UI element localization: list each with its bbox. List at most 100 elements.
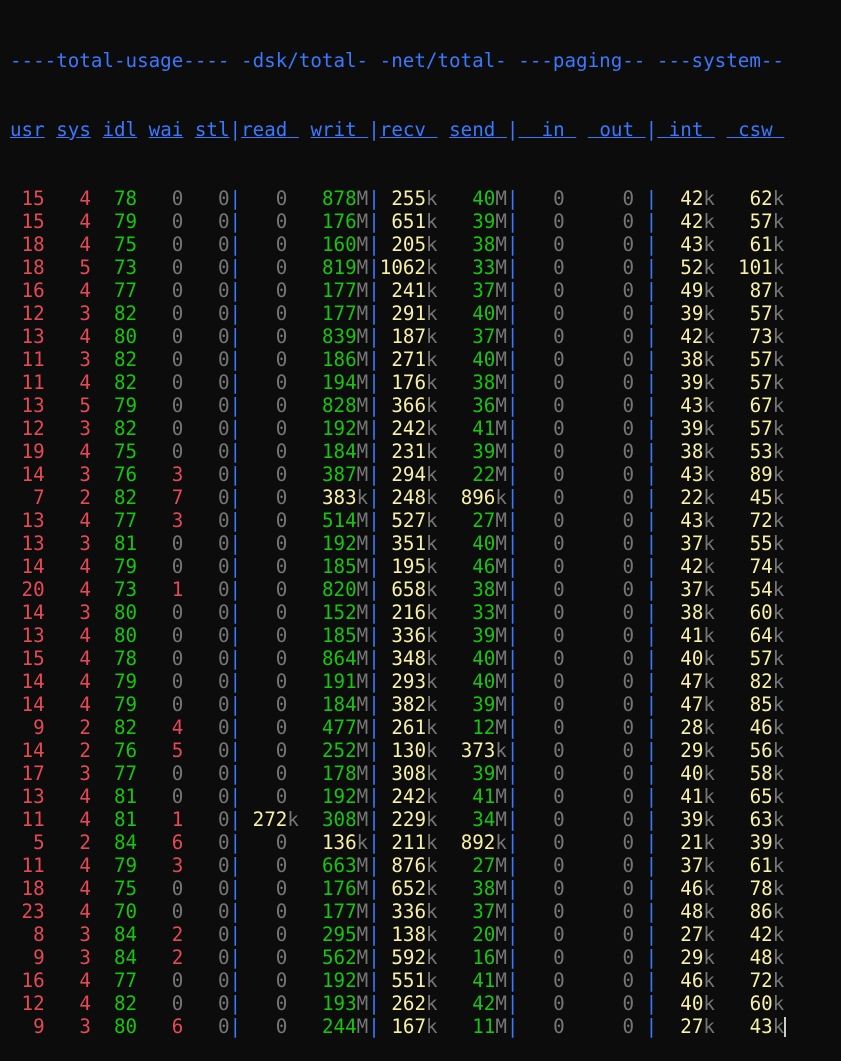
cell-out: 0 <box>588 279 646 302</box>
cell-csw: 39k <box>727 831 785 854</box>
cell-unit: M <box>356 509 369 532</box>
cell-idl: 81 <box>102 808 138 831</box>
cell-send: 40M <box>449 670 507 693</box>
group-separator: | <box>645 601 658 624</box>
cell-in: 0 <box>518 371 576 394</box>
stats-row: 20 4 73 1 0| 0 820M| 658k 38M| 0 0 | 37k… <box>10 578 841 601</box>
cell-stl: 0 <box>194 578 230 601</box>
group-separator: | <box>229 118 242 141</box>
cell-unit: k <box>287 808 299 831</box>
cell-value: 48 <box>749 946 773 969</box>
column-gap <box>137 762 149 785</box>
group-separator: | <box>645 325 658 348</box>
group-separator: | <box>645 624 658 647</box>
cell-idl: 81 <box>102 785 138 808</box>
cell-value: 38 <box>472 578 496 601</box>
cell-value: 0 <box>622 716 635 739</box>
cell-idl: 75 <box>102 877 138 900</box>
cell-in: 0 <box>518 463 576 486</box>
cell-unit: M <box>495 440 507 463</box>
cell-writ: 252M <box>310 739 368 762</box>
cell-value: 43 <box>680 463 704 486</box>
cell-unit: k <box>772 555 785 578</box>
cell-out: 0 <box>588 463 646 486</box>
cell-send: 39M <box>449 210 507 233</box>
column-gap <box>299 877 311 900</box>
cell-value: 38 <box>680 348 704 371</box>
column-gap <box>299 601 311 624</box>
cell-read: 0 <box>241 946 299 969</box>
cell-unit: k <box>703 624 715 647</box>
cell-usr: 12 <box>10 417 45 440</box>
column-gap <box>438 371 450 394</box>
column-gap <box>715 578 727 601</box>
cell-unit: k <box>426 187 438 210</box>
stats-row: 14 4 79 0 0| 0 184M| 382k 39M| 0 0 | 47k… <box>10 693 841 716</box>
cell-value: 57 <box>749 302 773 325</box>
column-gap <box>576 279 588 302</box>
cell-unit: M <box>495 532 507 555</box>
column-gap <box>576 854 588 877</box>
cell-send: 27M <box>449 509 507 532</box>
group-separator: | <box>229 509 242 532</box>
cell-stl: 0 <box>194 923 230 946</box>
cell-writ: 177M <box>310 302 368 325</box>
cell-wai: 0 <box>148 302 184 325</box>
cell-value: 152 <box>322 601 357 624</box>
cell-unit: k <box>772 486 785 509</box>
column-gap <box>137 440 149 463</box>
cell-idl: 82 <box>102 716 138 739</box>
terminal-window[interactable]: ----total-usage---- -dsk/total- -net/tot… <box>0 0 841 1061</box>
cell-read: 0 <box>241 532 299 555</box>
stats-row: 18 5 73 0 0| 0 819M|1062k 33M| 0 0 | 52k… <box>10 256 841 279</box>
cell-value: 38 <box>472 877 496 900</box>
cell-sys: 4 <box>56 670 91 693</box>
column-gap <box>438 647 450 670</box>
group-separator: | <box>645 279 658 302</box>
cell-int: 43k <box>657 394 715 417</box>
cell-value: 65 <box>749 785 773 808</box>
cell-unit: M <box>356 624 369 647</box>
cell-in: 0 <box>518 900 576 923</box>
cell-unit: M <box>356 900 369 923</box>
cell-send: 12M <box>449 716 507 739</box>
cell-value: 101 <box>738 256 773 279</box>
cell-wai: 0 <box>148 601 184 624</box>
cell-value: 40 <box>472 670 496 693</box>
group-separator: | <box>506 233 519 256</box>
cell-out: 0 <box>588 325 646 348</box>
cell-value: 56 <box>749 739 773 762</box>
cell-recv: 176k <box>380 371 437 394</box>
column-gap <box>137 463 149 486</box>
column-gap <box>438 302 450 325</box>
cell-value: 22 <box>680 486 704 509</box>
group-separator: | <box>229 831 242 854</box>
cell-value: 0 <box>622 440 635 463</box>
column-gap <box>299 486 311 509</box>
column-gap <box>91 532 103 555</box>
cell-unit: M <box>495 946 507 969</box>
cell-value: 231 <box>391 440 426 463</box>
cell-csw: 72k <box>727 509 785 532</box>
column-gap <box>183 831 195 854</box>
cell-value: 892 <box>460 831 496 854</box>
group-separator: | <box>506 302 519 325</box>
cell-wai: 0 <box>148 900 184 923</box>
column-gap <box>183 624 195 647</box>
column-gap <box>91 325 103 348</box>
cell-send: 33M <box>449 256 507 279</box>
group-separator: | <box>506 969 519 992</box>
cell-usr: 13 <box>10 785 45 808</box>
cell-unit: k <box>772 739 785 762</box>
cell-idl: 76 <box>102 739 138 762</box>
cell-int: 41k <box>657 624 715 647</box>
group-separator: | <box>229 785 242 808</box>
column-gap <box>299 716 311 739</box>
cell-in: 0 <box>518 946 576 969</box>
cell-value: 67 <box>749 394 773 417</box>
cell-out: 0 <box>588 624 646 647</box>
cell-value: 46 <box>472 555 496 578</box>
group-separator: | <box>645 969 658 992</box>
cell-in: 0 <box>518 555 576 578</box>
column-gap <box>45 233 57 256</box>
